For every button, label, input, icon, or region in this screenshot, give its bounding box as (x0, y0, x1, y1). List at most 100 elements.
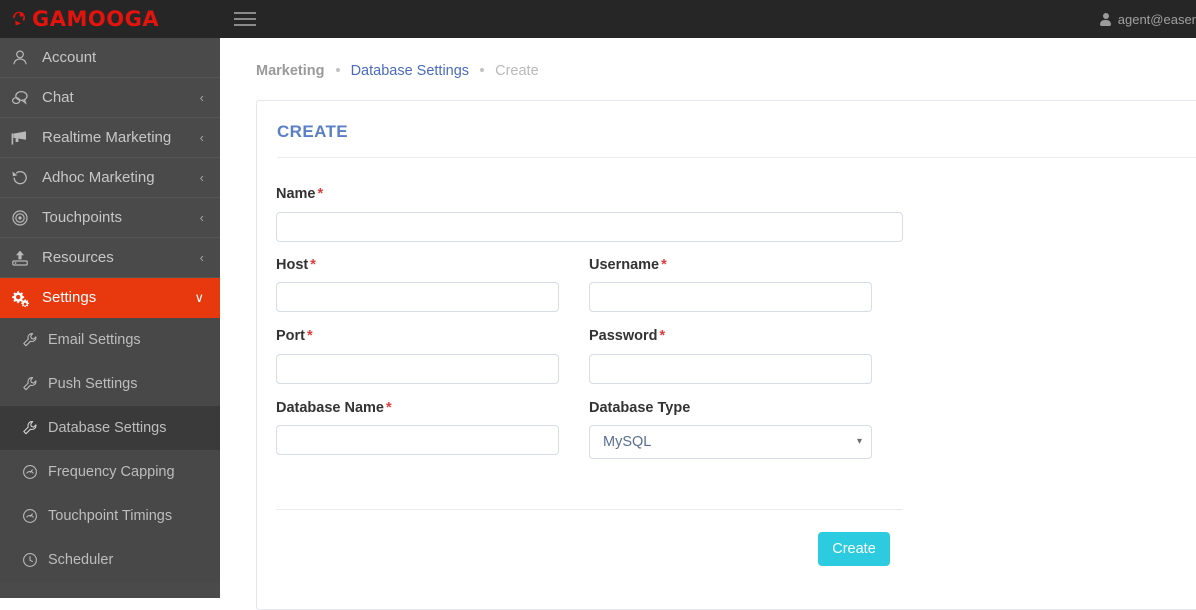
form-divider (276, 509, 903, 510)
required-marker: * (386, 399, 392, 416)
user-menu[interactable]: agent@easer (1099, 0, 1196, 38)
host-label: Host * (276, 256, 559, 273)
sidebar-item-touchpoints[interactable]: Touchpoints ‹ (0, 198, 220, 238)
sidebar-subitem-label: Frequency Capping (48, 464, 175, 480)
sidebar-item-frequency-capping[interactable]: Frequency Capping (0, 450, 220, 494)
database-name-input[interactable] (276, 425, 559, 455)
wrench-icon (20, 331, 40, 349)
target-icon (8, 208, 32, 228)
sidebar-item-email-settings[interactable]: Email Settings (0, 318, 220, 362)
gauge-icon (20, 507, 40, 525)
wrench-icon (20, 419, 40, 437)
field-database-name: Database Name * (276, 399, 559, 460)
sidebar-item-label: Touchpoints (42, 209, 123, 226)
chevron-left-icon: ‹ (199, 250, 204, 265)
wrench-icon (20, 375, 40, 393)
history-icon (8, 168, 32, 188)
user-outline-icon (8, 48, 32, 68)
port-label-text: Port (276, 328, 305, 344)
hamburger-bar (234, 18, 256, 20)
chevron-left-icon: ‹ (199, 170, 204, 185)
breadcrumb-separator-icon (480, 68, 485, 73)
sidebar-subitem-label: Touchpoint Timings (48, 508, 173, 524)
brand-logo-text: GAMOOGA (32, 6, 160, 31)
sidebar-subitem-label: Database Settings (48, 420, 167, 436)
page-title: CREATE (277, 122, 349, 141)
clock-icon (20, 551, 40, 569)
breadcrumb: Marketing Database Settings Create (256, 64, 539, 79)
chevron-left-icon: ‹ (199, 130, 204, 145)
name-input[interactable] (276, 211, 903, 242)
sidebar-item-scheduler[interactable]: Scheduler (0, 538, 220, 582)
chevron-left-icon: ‹ (199, 90, 204, 105)
brand-logo[interactable]: GAMOOGA (0, 0, 220, 38)
upload-icon (8, 248, 32, 268)
create-panel: CREATE Name * Host * Username * Port * P… (256, 100, 1196, 610)
port-input[interactable] (276, 353, 559, 384)
host-label-text: Host (276, 256, 309, 273)
row-host-username: Host * Username * (276, 256, 903, 312)
database-name-label-text: Database Name (276, 399, 384, 416)
sidebar-item-label: Account (42, 49, 97, 66)
chevron-down-icon: ∨ (194, 290, 204, 305)
database-type-label-text: Database Type (589, 399, 691, 416)
gauge-icon (20, 463, 40, 481)
sidebar-item-chat[interactable]: Chat ‹ (0, 78, 220, 118)
sidebar-item-realtime-marketing[interactable]: Realtime Marketing ‹ (0, 118, 220, 158)
required-marker: * (317, 186, 324, 202)
username-input[interactable] (589, 282, 872, 312)
sidebar-item-account[interactable]: Account (0, 38, 220, 78)
sidebar-subitem-label: Push Settings (48, 376, 138, 392)
username-label: Username * (589, 256, 872, 273)
password-label: Password * (589, 329, 872, 344)
user-icon (1099, 12, 1112, 26)
row-dbname-dbtype: Database Name * Database Type MySQL ▾ (276, 399, 903, 460)
sidebar-item-database-settings[interactable]: Database Settings (0, 406, 220, 450)
password-label-text: Password (589, 328, 658, 344)
sidebar-item-touchpoint-timings[interactable]: Touchpoint Timings (0, 494, 220, 538)
database-type-select[interactable]: MySQL (589, 425, 872, 459)
database-create-form: Name * Host * Username * Port * Password… (276, 187, 903, 476)
port-label: Port * (276, 329, 559, 344)
sidebar-item-push-settings[interactable]: Push Settings (0, 362, 220, 406)
database-name-label: Database Name * (276, 399, 559, 416)
sidebar-item-adhoc-marketing[interactable]: Adhoc Marketing ‹ (0, 158, 220, 198)
gamooga-glyph-icon (10, 9, 30, 29)
name-label-text: Name (276, 186, 316, 202)
hamburger-icon[interactable] (234, 8, 260, 30)
create-button[interactable]: Create (818, 532, 890, 566)
top-bar: GAMOOGA agent@easer (0, 0, 1196, 38)
row-port-password: Port * Password * (276, 329, 903, 384)
user-name-label: agent@easer (1117, 11, 1196, 27)
database-type-select-wrapper: MySQL ▾ (589, 425, 872, 459)
host-input[interactable] (276, 282, 559, 312)
required-marker: * (661, 256, 667, 273)
hamburger-bar (234, 24, 256, 26)
megaphone-icon (8, 128, 32, 148)
field-password: Password * (589, 329, 872, 384)
sidebar-item-label: Adhoc Marketing (42, 169, 155, 186)
breadcrumb-link-database-settings[interactable]: Database Settings (351, 63, 470, 79)
username-label-text: Username (589, 256, 660, 273)
sidebar-item-settings[interactable]: Settings ∨ (0, 278, 220, 318)
settings-submenu: Email Settings Push Settings Database Se… (0, 318, 220, 582)
sidebar: Account Chat ‹ Realtime Marketing ‹ Adho… (0, 38, 220, 598)
breadcrumb-current: Create (495, 63, 539, 79)
name-label: Name * (276, 187, 903, 202)
required-marker: * (310, 256, 316, 273)
breadcrumb-separator-icon (335, 68, 340, 73)
main-content: Marketing Database Settings Create CREAT… (220, 38, 1196, 610)
hamburger-bar (234, 12, 256, 14)
field-port: Port * (276, 329, 559, 384)
chat-bubbles-icon (8, 88, 32, 108)
field-database-type: Database Type MySQL ▾ (589, 399, 872, 459)
password-input[interactable] (589, 353, 872, 384)
sidebar-item-label: Settings (42, 289, 97, 306)
database-type-label: Database Type (589, 399, 872, 416)
breadcrumb-root: Marketing (256, 63, 325, 79)
sidebar-item-resources[interactable]: Resources ‹ (0, 238, 220, 278)
sidebar-item-label: Realtime Marketing (42, 129, 172, 146)
field-username: Username * (589, 256, 872, 312)
sidebar-item-label: Chat (42, 89, 74, 106)
sidebar-subitem-label: Scheduler (48, 552, 114, 568)
